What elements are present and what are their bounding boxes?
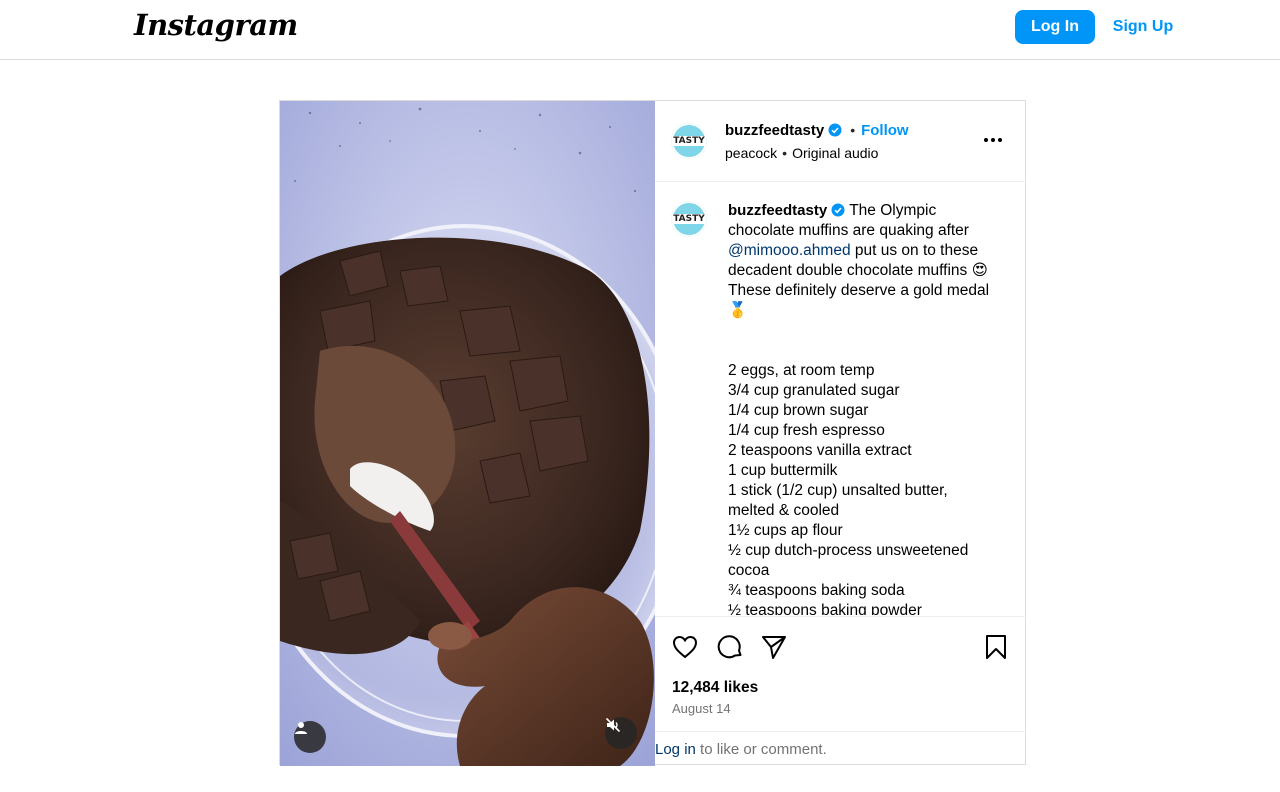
ingredient-line: ¾ teaspoons baking soda [728, 582, 905, 599]
ingredient-line: ½ teaspoons baking powder [728, 602, 922, 615]
post-header: TASTY buzzfeedtasty • Follow peacock • Origi… [655, 101, 1026, 182]
post-actions: 12,484 likes August 14 [655, 616, 1026, 731]
audio-separator: • [782, 145, 788, 161]
audio-line[interactable]: peacock • Original audio [725, 145, 878, 161]
mute-toggle-button[interactable] [605, 717, 637, 749]
verified-badge-icon [831, 203, 845, 217]
ingredient-line: 1½ cups ap flour [728, 522, 843, 539]
ingredient-line: 1/4 cup fresh espresso [728, 422, 885, 439]
ingredient-line: 1/4 cup brown sugar [728, 402, 869, 419]
verified-badge-icon [828, 123, 842, 137]
instagram-logo[interactable]: Instagram [134, 8, 298, 42]
post-caption: buzzfeedtasty The Olympic chocolate muff… [728, 201, 998, 615]
login-prompt-text: to like or comment. [695, 741, 827, 758]
sign-up-link[interactable]: Sign Up [1108, 10, 1178, 44]
caption-username[interactable]: buzzfeedtasty [728, 202, 827, 219]
bookmark-icon[interactable] [982, 633, 1010, 661]
log-in-link[interactable]: Log in [655, 741, 696, 758]
audio-label: Original audio [792, 145, 879, 161]
more-options-icon [984, 138, 1002, 142]
ingredient-line: 1 cup buttermilk [728, 462, 838, 479]
author-line: buzzfeedtasty • Follow [725, 122, 909, 139]
paper-plane-icon[interactable] [760, 633, 788, 661]
caption-tail: These definitely deserve a gold medal🥇 [728, 282, 990, 319]
login-prompt: Log in to like or comment. [655, 731, 1026, 764]
post-date[interactable]: August 14 [672, 701, 731, 716]
author-avatar[interactable]: TASTY [671, 123, 707, 159]
caption-mention-link[interactable]: @mimooo.ahmed [728, 242, 851, 259]
ingredient-line: 2 eggs, at room temp [728, 362, 875, 379]
caption-author-avatar[interactable]: TASTY [671, 201, 707, 237]
post-side-panel: TASTY buzzfeedtasty • Follow peacock • Origi… [655, 101, 1026, 764]
ingredient-line: 2 teaspoons vanilla extract [728, 442, 912, 459]
more-options-button[interactable] [980, 127, 1006, 153]
separator-dot: • [850, 122, 856, 138]
caption-emoji: 😍 [971, 262, 988, 279]
ingredients-list: 2 eggs, at room temp 3/4 cup granulated s… [728, 361, 998, 615]
speaker-muted-icon [605, 717, 621, 733]
user-icon [295, 722, 307, 734]
post-card: TASTY buzzfeedtasty • Follow peacock • Origi… [279, 100, 1026, 766]
like-count[interactable]: 12,484 likes [672, 679, 758, 697]
avatar-logo-text: TASTY [672, 136, 706, 146]
follow-button[interactable]: Follow [861, 122, 909, 139]
comment-icon[interactable] [716, 633, 744, 661]
log-in-button[interactable]: Log In [1015, 10, 1095, 44]
tagged-users-button[interactable] [294, 721, 326, 753]
video-frame-illustration [280, 101, 655, 766]
post-video[interactable] [280, 101, 655, 766]
heart-icon[interactable] [671, 633, 699, 661]
author-username[interactable]: buzzfeedtasty [725, 122, 824, 139]
ingredient-line: 3/4 cup granulated sugar [728, 382, 900, 399]
audio-artist: peacock [725, 145, 778, 161]
ingredient-line: ½ cup dutch-process unsweetened cocoa [728, 542, 969, 579]
top-nav-bar: Instagram Log In Sign Up [0, 0, 1280, 60]
caption-scroll-area[interactable]: TASTY buzzfeedtasty The Olympic chocolat… [655, 183, 1026, 615]
ingredient-line: 1 stick (1/2 cup) unsalted butter, melte… [728, 482, 948, 519]
avatar-logo-text: TASTY [672, 214, 706, 224]
